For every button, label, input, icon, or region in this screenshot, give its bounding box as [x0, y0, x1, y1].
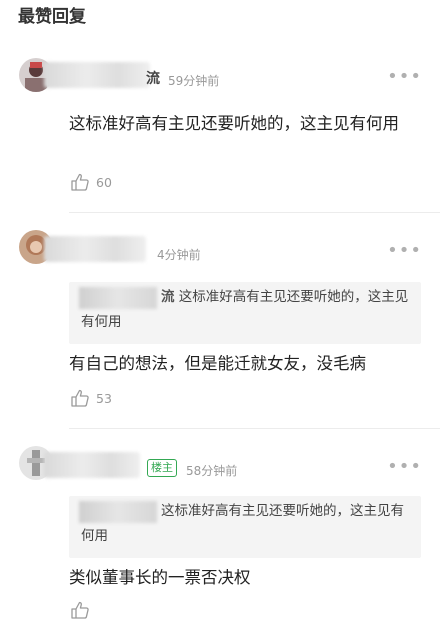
- timestamp: 4分钟前: [157, 248, 201, 262]
- quoted-reply[interactable]: 流 这标准好高有主见还要听她的，这主见有何用: [69, 282, 421, 344]
- timestamp: 58分钟前: [186, 464, 238, 478]
- divider: [69, 428, 440, 429]
- more-horizontal-icon[interactable]: •••: [387, 68, 422, 86]
- like-button[interactable]: 60: [70, 172, 112, 192]
- username-blurred: [44, 236, 146, 262]
- thumbs-up-icon: [71, 601, 89, 619]
- username-blurred: [44, 452, 140, 478]
- thumbs-up-icon: [71, 389, 89, 407]
- more-horizontal-icon[interactable]: •••: [387, 458, 422, 476]
- comment-text: 有自己的想法，但是能迁就女友，没毛病: [69, 354, 366, 373]
- like-button[interactable]: [70, 600, 96, 620]
- section-title: 最赞回复: [18, 7, 86, 27]
- like-button[interactable]: 53: [70, 388, 112, 408]
- quoted-content: 这标准好高有主见还要听她的，这主见有何用: [81, 289, 409, 330]
- like-count: 53: [96, 390, 112, 406]
- thumbs-up-icon: [71, 173, 89, 191]
- op-badge: 楼主: [147, 459, 177, 477]
- quoted-reply[interactable]: 这标准好高有主见还要听她的，这主见有何用: [69, 496, 421, 558]
- divider: [69, 212, 440, 213]
- like-count: 60: [96, 174, 112, 190]
- timestamp: 59分钟前: [168, 74, 220, 88]
- quoted-username-tail: 流: [161, 289, 175, 305]
- more-horizontal-icon[interactable]: •••: [387, 242, 422, 260]
- quoted-content: 这标准好高有主见还要听她的，这主见有何用: [81, 503, 404, 544]
- username-blurred: [44, 62, 150, 88]
- quoted-text: 这标准好高有主见还要听她的，这主见有何用: [81, 499, 409, 549]
- comment-text: 类似董事长的一票否决权: [69, 568, 251, 587]
- username-tail[interactable]: 流: [146, 68, 160, 88]
- comment-text: 这标准好高有主见还要听她的，这主见有何用: [69, 114, 399, 133]
- quoted-text: 流 这标准好高有主见还要听她的，这主见有何用: [81, 285, 409, 335]
